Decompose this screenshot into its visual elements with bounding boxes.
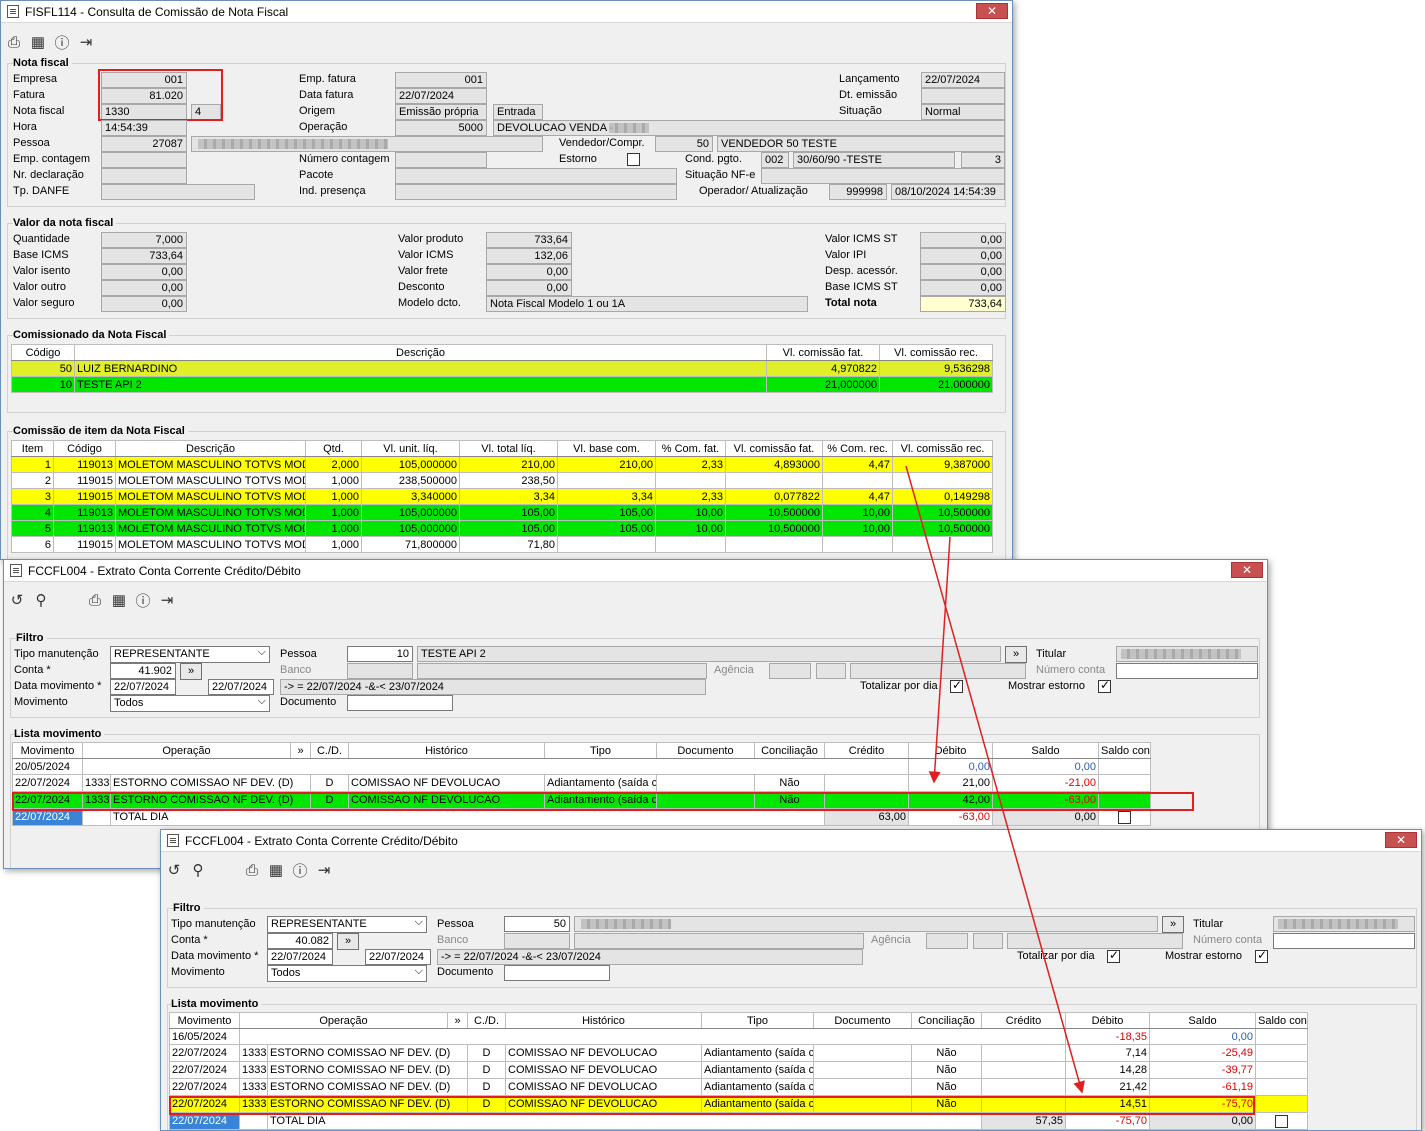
arrow-line <box>905 465 1085 1094</box>
annotation-arrows <box>905 465 1085 1094</box>
